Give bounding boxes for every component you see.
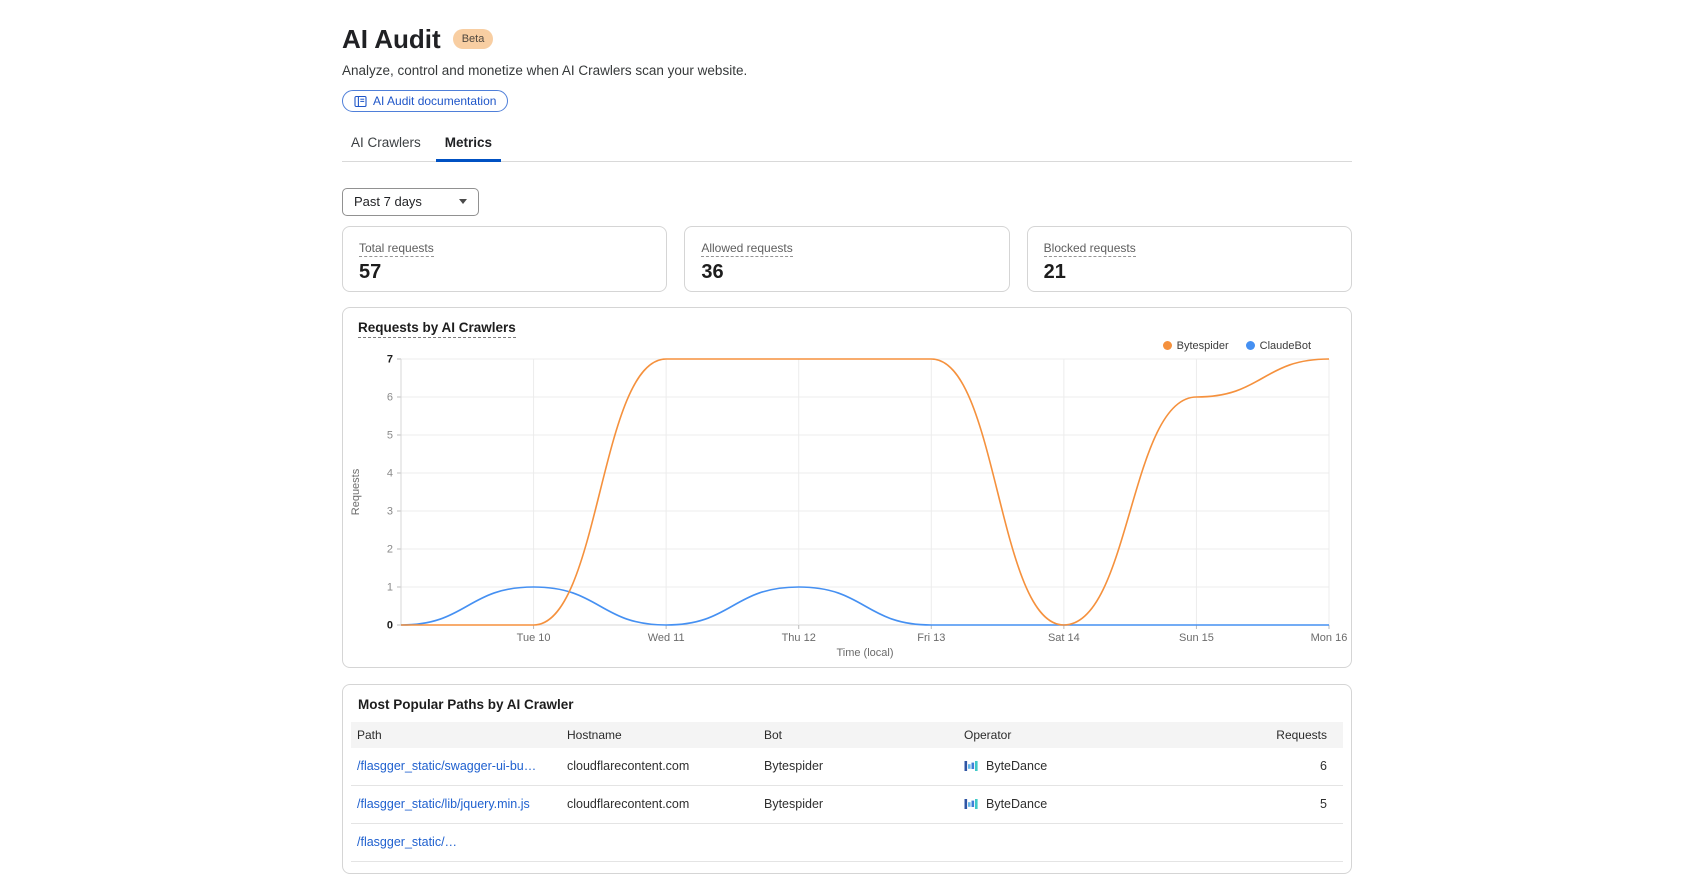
requests-chart-card: Requests by AI Crawlers BytespiderClaude…: [342, 307, 1352, 668]
requests-line-chart: 0 1 2 3 4 5 6 7 Tue 10 Wed 11 Thu 12 Fri 13 Sat 14 Su…: [343, 308, 1353, 669]
table-row: /flasgger_static/…: [351, 824, 1343, 862]
operator-label: ByteDance: [986, 797, 1047, 811]
page-header: AI Audit Beta: [342, 24, 1352, 54]
operator-label: ByteDance: [986, 759, 1047, 773]
table-header-row: Path Hostname Bot Operator Requests: [351, 722, 1343, 748]
stat-value: 57: [359, 261, 650, 284]
stat-label: Blocked requests: [1044, 241, 1136, 257]
table-row: /flasgger_static/swagger-ui-bu… cloudflar…: [351, 748, 1343, 786]
stats-row: Total requests 57 Allowed requests 36 Bl…: [342, 226, 1352, 292]
column-header-requests: Requests: [1213, 728, 1343, 742]
bot-cell: Bytespider: [758, 797, 958, 811]
stat-label: Total requests: [359, 241, 434, 257]
svg-text:Wed 11: Wed 11: [648, 632, 685, 644]
operator-cell: ByteDance: [958, 797, 1213, 811]
date-range-select[interactable]: Past 7 days: [342, 188, 479, 216]
doc-button-label: AI Audit documentation: [373, 94, 496, 108]
table-body: /flasgger_static/swagger-ui-bu… cloudflar…: [351, 748, 1343, 862]
path-link[interactable]: /flasgger_static/swagger-ui-bu…: [357, 759, 536, 773]
tab-bar: AI Crawlers Metrics: [342, 135, 1352, 162]
page-title: AI Audit: [342, 24, 441, 54]
hostname-cell: cloudflarecontent.com: [561, 759, 758, 773]
requests-cell: 6: [1213, 759, 1343, 773]
tab-ai-crawlers[interactable]: AI Crawlers: [342, 135, 430, 161]
svg-text:Tue 10: Tue 10: [517, 632, 551, 644]
ai-audit-page: AI Audit Beta Analyze, control and monet…: [342, 0, 1352, 874]
requests-cell: 5: [1213, 797, 1343, 811]
svg-text:Requests: Requests: [350, 468, 362, 515]
bytedance-logo-icon: [964, 797, 978, 811]
stat-card-blocked-requests: Blocked requests 21: [1027, 226, 1352, 292]
svg-text:2: 2: [387, 543, 393, 555]
stat-card-allowed-requests: Allowed requests 36: [684, 226, 1009, 292]
date-range-value: Past 7 days: [354, 194, 422, 209]
column-header-hostname: Hostname: [561, 728, 758, 742]
svg-text:Sun 15: Sun 15: [1179, 632, 1214, 644]
svg-text:0: 0: [387, 619, 393, 631]
path-link[interactable]: /flasgger_static/lib/jquery.min.js: [357, 797, 530, 811]
svg-text:Fri 13: Fri 13: [917, 632, 945, 644]
tab-metrics[interactable]: Metrics: [436, 135, 501, 161]
svg-text:Mon 16: Mon 16: [1311, 632, 1348, 644]
column-header-path: Path: [351, 728, 561, 742]
hostname-cell: cloudflarecontent.com: [561, 797, 758, 811]
svg-text:7: 7: [387, 353, 393, 365]
path-link[interactable]: /flasgger_static/…: [357, 835, 457, 849]
bytedance-logo-icon: [964, 759, 978, 773]
column-header-operator: Operator: [958, 728, 1213, 742]
svg-text:Time (local): Time (local): [836, 647, 893, 659]
ai-audit-documentation-button[interactable]: AI Audit documentation: [342, 90, 508, 112]
popular-paths-card: Most Popular Paths by AI Crawler Path Ho…: [342, 684, 1352, 874]
stat-card-total-requests: Total requests 57: [342, 226, 667, 292]
stat-value: 21: [1044, 261, 1335, 284]
page-subtitle: Analyze, control and monetize when AI Cr…: [342, 62, 1352, 80]
stat-label: Allowed requests: [701, 241, 792, 257]
svg-text:6: 6: [387, 391, 393, 403]
chevron-down-icon: [459, 199, 467, 204]
bot-cell: Bytespider: [758, 759, 958, 773]
svg-text:Sat 14: Sat 14: [1048, 632, 1080, 644]
book-icon: [354, 95, 367, 108]
svg-text:4: 4: [387, 467, 393, 479]
operator-cell: ByteDance: [958, 759, 1213, 773]
table-title: Most Popular Paths by AI Crawler: [358, 697, 1343, 712]
table-row: /flasgger_static/lib/jquery.min.js cloudf…: [351, 786, 1343, 824]
beta-badge: Beta: [453, 29, 494, 49]
svg-text:5: 5: [387, 429, 393, 441]
svg-text:3: 3: [387, 505, 393, 517]
column-header-bot: Bot: [758, 728, 958, 742]
svg-text:Thu 12: Thu 12: [782, 632, 816, 644]
stat-value: 36: [701, 261, 992, 284]
svg-text:1: 1: [387, 581, 393, 593]
